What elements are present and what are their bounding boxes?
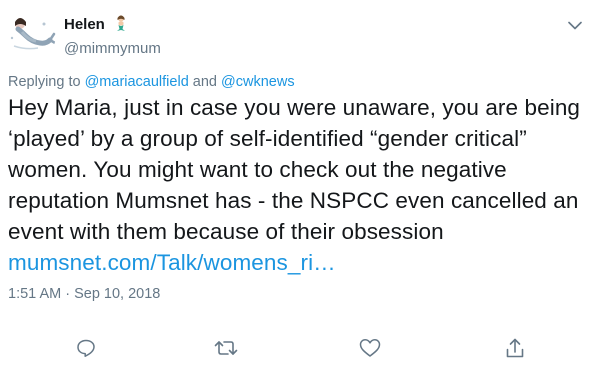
tweet-line: reputation Mumsnet has - the NSPCC even … bbox=[8, 188, 579, 213]
tweet-line: Hey Maria, just in case you were unaware… bbox=[8, 95, 581, 120]
mermaid-emoji bbox=[117, 15, 126, 31]
mention-link-cwknews[interactable]: @cwknews bbox=[221, 74, 295, 90]
retweet-icon bbox=[214, 341, 238, 355]
reply-button[interactable] bbox=[72, 334, 100, 362]
user-handle: @mimmymum bbox=[64, 40, 161, 57]
share-icon bbox=[506, 338, 524, 358]
replying-to-label: Replying to bbox=[8, 74, 81, 90]
reply-context: Replying to @mariacaulfield and @cwknews bbox=[8, 74, 295, 90]
replying-joiner: and bbox=[192, 74, 217, 90]
tweet-link[interactable]: mumsnet.com/Talk/womens_ri… bbox=[8, 247, 594, 278]
tweet-header: Helen @mimmymum bbox=[6, 8, 590, 60]
tweet-text: Hey Maria, just in case you were unaware… bbox=[8, 92, 594, 278]
tweet-line: women. You might want to check out the n… bbox=[8, 157, 507, 182]
display-name[interactable]: Helen bbox=[64, 16, 105, 33]
tweet-card: Helen @mimmymum Replying to @mariacaulfi… bbox=[0, 0, 600, 375]
like-button[interactable] bbox=[356, 334, 384, 362]
tweet-timestamp[interactable]: 1:51 AM · Sep 10, 2018 bbox=[8, 286, 160, 302]
tweet-actions bbox=[0, 334, 600, 364]
tweet-line: ‘played’ by a group of self-identified “… bbox=[8, 126, 527, 151]
reply-icon bbox=[77, 339, 95, 357]
tweet-line: event with them because of their obsessi… bbox=[8, 219, 444, 244]
mention-link-mariacaulfield[interactable]: @mariacaulfield bbox=[85, 74, 189, 90]
retweet-button[interactable] bbox=[212, 334, 240, 362]
user-identity[interactable]: Helen @mimmymum bbox=[64, 14, 161, 57]
more-options-button[interactable] bbox=[564, 14, 586, 36]
chevron-down-icon bbox=[568, 21, 582, 29]
share-button[interactable] bbox=[501, 334, 529, 362]
like-icon bbox=[359, 339, 381, 357]
avatar[interactable] bbox=[6, 10, 56, 60]
mermaid-avatar-icon bbox=[6, 10, 56, 60]
